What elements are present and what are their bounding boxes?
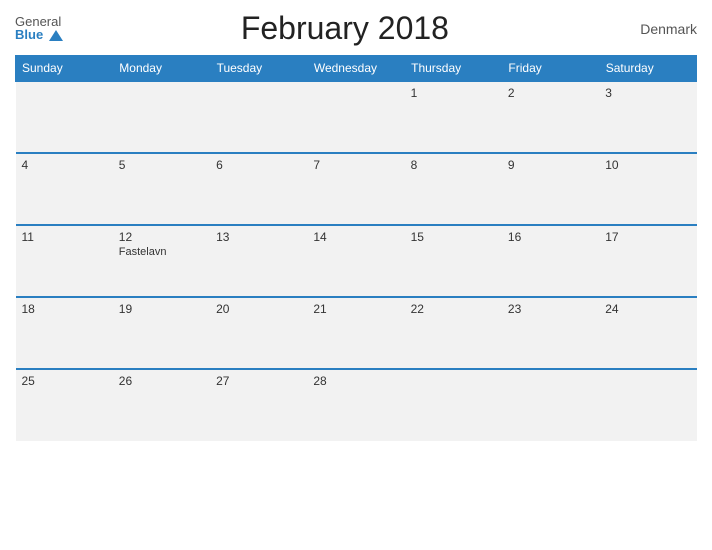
calendar-container: General Blue February 2018 Denmark Sunda… [0,0,712,550]
day-number: 11 [22,230,107,244]
day-number: 12 [119,230,204,244]
calendar-day-cell [16,81,113,153]
calendar-day-cell: 15 [405,225,502,297]
calendar-table: Sunday Monday Tuesday Wednesday Thursday… [15,55,697,441]
day-number: 19 [119,302,204,316]
day-number: 23 [508,302,593,316]
calendar-week-row: 25 26 27 28 [16,369,697,441]
day-number: 4 [22,158,107,172]
calendar-day-cell: 17 [599,225,696,297]
calendar-day-cell: 18 [16,297,113,369]
logo-triangle-icon [49,30,63,41]
header-sunday: Sunday [16,56,113,82]
calendar-day-cell: 11 [16,225,113,297]
weekday-header-row: Sunday Monday Tuesday Wednesday Thursday… [16,56,697,82]
calendar-day-cell: 25 [16,369,113,441]
calendar-day-cell [113,81,210,153]
calendar-week-row: 456789 10 [16,153,697,225]
day-number: 28 [313,374,398,388]
calendar-day-cell: 27 [210,369,307,441]
calendar-day-cell: 2 [502,81,599,153]
calendar-day-cell: 13 [210,225,307,297]
calendar-day-cell [405,369,502,441]
day-number: 18 [22,302,107,316]
calendar-week-row: 11 12 Fastelavn 13 14 15 16 17 [16,225,697,297]
header-monday: Monday [113,56,210,82]
calendar-day-cell: 5 [113,153,210,225]
header-friday: Friday [502,56,599,82]
calendar-day-cell: 7 [307,153,404,225]
header-thursday: Thursday [405,56,502,82]
day-number: 22 [411,302,496,316]
calendar-day-cell: 21 [307,297,404,369]
header: General Blue February 2018 Denmark [15,10,697,47]
day-number: 21 [313,302,398,316]
header-saturday: Saturday [599,56,696,82]
logo-blue-text: Blue [15,28,63,41]
header-wednesday: Wednesday [307,56,404,82]
day-number: 16 [508,230,593,244]
day-number: 9 [508,158,593,172]
calendar-day-cell [210,81,307,153]
calendar-day-cell: 22 [405,297,502,369]
calendar-day-cell: 8 [405,153,502,225]
calendar-day-cell: 14 [307,225,404,297]
day-number: 17 [605,230,690,244]
calendar-day-cell: 4 [16,153,113,225]
day-number: 24 [605,302,690,316]
day-number: 13 [216,230,301,244]
logo: General Blue [15,15,63,41]
calendar-day-cell: 28 [307,369,404,441]
header-tuesday: Tuesday [210,56,307,82]
day-number: 5 [119,158,204,172]
calendar-day-cell: 9 [502,153,599,225]
calendar-day-cell [599,369,696,441]
day-number: 15 [411,230,496,244]
calendar-day-cell [502,369,599,441]
calendar-week-row: 18 19 20 21 22 23 24 [16,297,697,369]
calendar-day-cell: 16 [502,225,599,297]
calendar-week-row: 123 [16,81,697,153]
day-number: 3 [605,86,690,100]
calendar-day-cell: 3 [599,81,696,153]
calendar-day-cell: 1 [405,81,502,153]
day-number: 14 [313,230,398,244]
calendar-day-cell: 24 [599,297,696,369]
calendar-day-cell: 26 [113,369,210,441]
day-event: Fastelavn [119,246,204,258]
day-number: 1 [411,86,496,100]
day-number: 25 [22,374,107,388]
calendar-day-cell: 10 [599,153,696,225]
day-number: 2 [508,86,593,100]
calendar-day-cell: 6 [210,153,307,225]
calendar-day-cell: 23 [502,297,599,369]
calendar-day-cell [307,81,404,153]
day-number: 26 [119,374,204,388]
country-label: Denmark [627,21,697,37]
day-number: 27 [216,374,301,388]
day-number: 7 [313,158,398,172]
calendar-day-cell: 19 [113,297,210,369]
day-number: 8 [411,158,496,172]
calendar-day-cell: 20 [210,297,307,369]
calendar-day-cell: 12 Fastelavn [113,225,210,297]
day-number: 6 [216,158,301,172]
day-number: 10 [605,158,690,172]
day-number: 20 [216,302,301,316]
month-title: February 2018 [63,10,627,47]
